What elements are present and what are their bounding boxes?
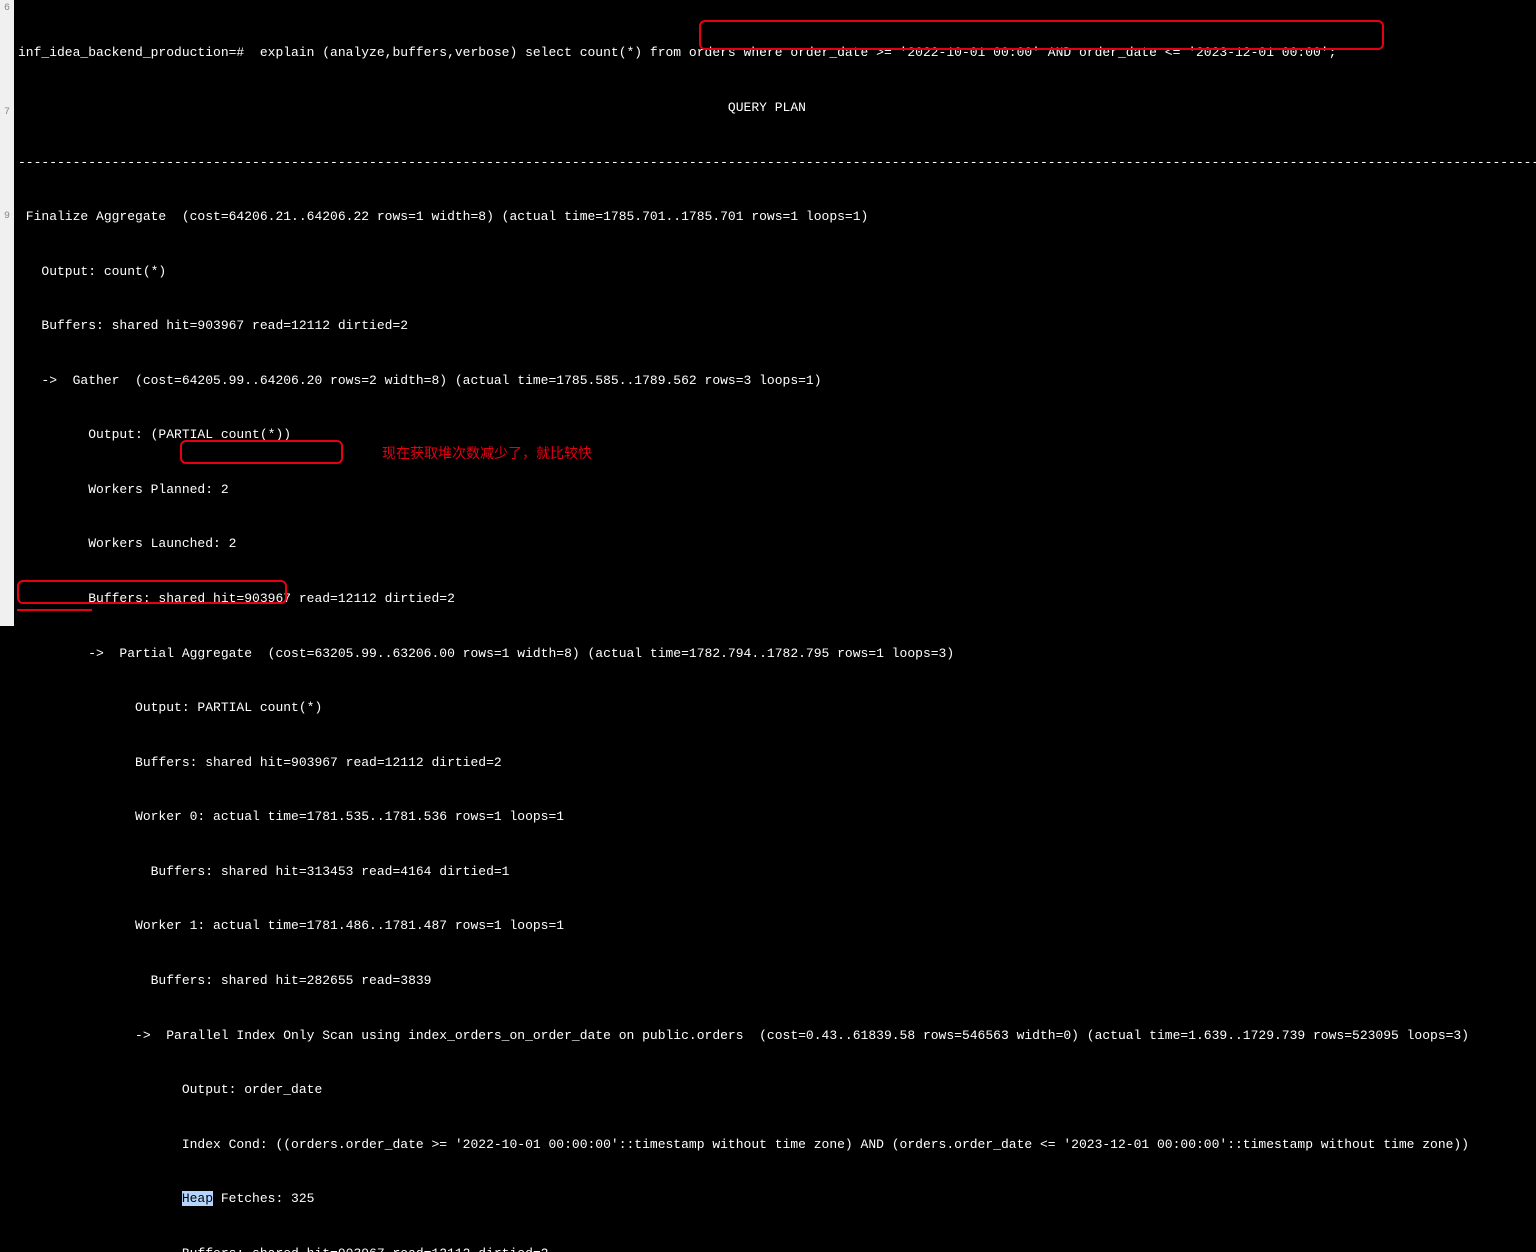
plan-line: Worker 1: actual time=1781.486..1781.487… <box>18 917 1532 935</box>
separator-line: ----------------------------------------… <box>18 154 1532 172</box>
heap-fetches-line: Heap Fetches: 325 <box>18 1190 1532 1208</box>
plan-line: Output: PARTIAL count(*) <box>18 699 1532 717</box>
terminal-output[interactable]: inf_idea_backend_production=# explain (a… <box>14 0 1536 1252</box>
plan-line: -> Gather (cost=64205.99..64206.20 rows=… <box>18 372 1532 390</box>
selected-text: Heap <box>182 1191 213 1206</box>
plan-line: Workers Launched: 2 <box>18 535 1532 553</box>
plan-line: Buffers: shared hit=903967 read=12112 di… <box>18 590 1532 608</box>
query-plan-header: QUERY PLAN <box>18 99 1532 117</box>
line-number-gutter: 6 7 9 <box>0 0 14 626</box>
plan-line: Buffers: shared hit=282655 read=3839 <box>18 972 1532 990</box>
plan-line: Buffers: shared hit=903967 read=12112 di… <box>18 754 1532 772</box>
plan-line: Buffers: shared hit=313453 read=4164 dir… <box>18 863 1532 881</box>
plan-line: -> Partial Aggregate (cost=63205.99..632… <box>18 645 1532 663</box>
plan-line: Worker 0: actual time=1781.535..1781.536… <box>18 808 1532 826</box>
gutter-num: 9 <box>0 208 14 328</box>
plan-line: Output: count(*) <box>18 263 1532 281</box>
plan-line: Output: order_date <box>18 1081 1532 1099</box>
plan-line: Output: (PARTIAL count(*)) <box>18 426 1532 444</box>
plan-line: -> Parallel Index Only Scan using index_… <box>18 1027 1532 1045</box>
plan-line: Buffers: shared hit=903967 read=12112 di… <box>18 1245 1532 1252</box>
gutter-num: 7 <box>0 104 14 208</box>
plan-line: Workers Planned: 2 <box>18 481 1532 499</box>
sql-prompt-line: inf_idea_backend_production=# explain (a… <box>18 44 1532 62</box>
gutter-num: 6 <box>0 0 14 104</box>
plan-line: Buffers: shared hit=903967 read=12112 di… <box>18 317 1532 335</box>
plan-line: Index Cond: ((orders.order_date >= '2022… <box>18 1136 1532 1154</box>
plan-line: Finalize Aggregate (cost=64206.21..64206… <box>18 208 1532 226</box>
